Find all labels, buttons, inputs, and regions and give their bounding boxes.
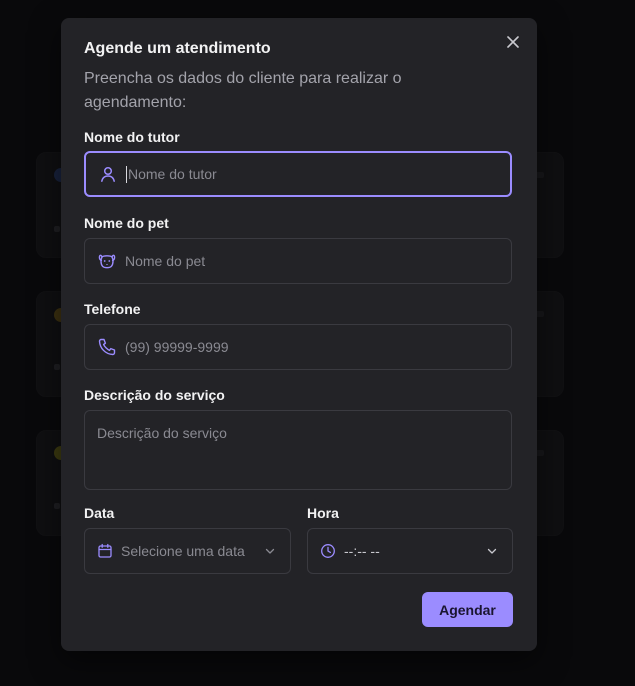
pet-placeholder: Nome do pet: [125, 253, 206, 269]
phone-input[interactable]: (99) 99999-9999: [84, 324, 512, 370]
date-label: Data: [84, 505, 115, 521]
text-caret: [126, 165, 127, 183]
phone-label: Telefone: [84, 301, 141, 317]
tutor-placeholder: Nome do tutor: [128, 166, 217, 182]
date-placeholder: Selecione uma data: [121, 543, 245, 559]
tutor-label: Nome do tutor: [84, 129, 180, 145]
description-textarea[interactable]: Descrição do serviço: [84, 410, 512, 490]
appointment-modal: Agende um atendimento Preencha os dados …: [61, 18, 537, 651]
tutor-name-input[interactable]: Nome do tutor: [84, 151, 512, 197]
phone-placeholder: (99) 99999-9999: [125, 339, 229, 355]
schedule-button[interactable]: Agendar: [422, 592, 513, 627]
calendar-icon: [97, 543, 113, 559]
close-icon: [507, 36, 519, 48]
description-placeholder: Descrição do serviço: [97, 425, 227, 441]
time-value: --:-- --: [344, 543, 380, 559]
date-picker[interactable]: Selecione uma data: [84, 528, 291, 574]
chevron-down-icon: [487, 548, 497, 554]
time-label: Hora: [307, 505, 339, 521]
user-icon: [98, 164, 118, 184]
close-button[interactable]: [505, 34, 521, 50]
modal-subtitle: Preencha os dados do cliente para realiz…: [84, 70, 402, 111]
pet-name-input[interactable]: Nome do pet: [84, 238, 512, 284]
pet-label: Nome do pet: [84, 215, 169, 231]
modal-title: Agende um atendimento: [84, 40, 271, 57]
time-picker[interactable]: --:-- --: [307, 528, 513, 574]
paw-icon: [97, 251, 117, 271]
clock-icon: [320, 543, 336, 559]
phone-icon: [97, 337, 117, 357]
description-label: Descrição do serviço: [84, 387, 225, 403]
chevron-down-icon: [265, 548, 275, 554]
